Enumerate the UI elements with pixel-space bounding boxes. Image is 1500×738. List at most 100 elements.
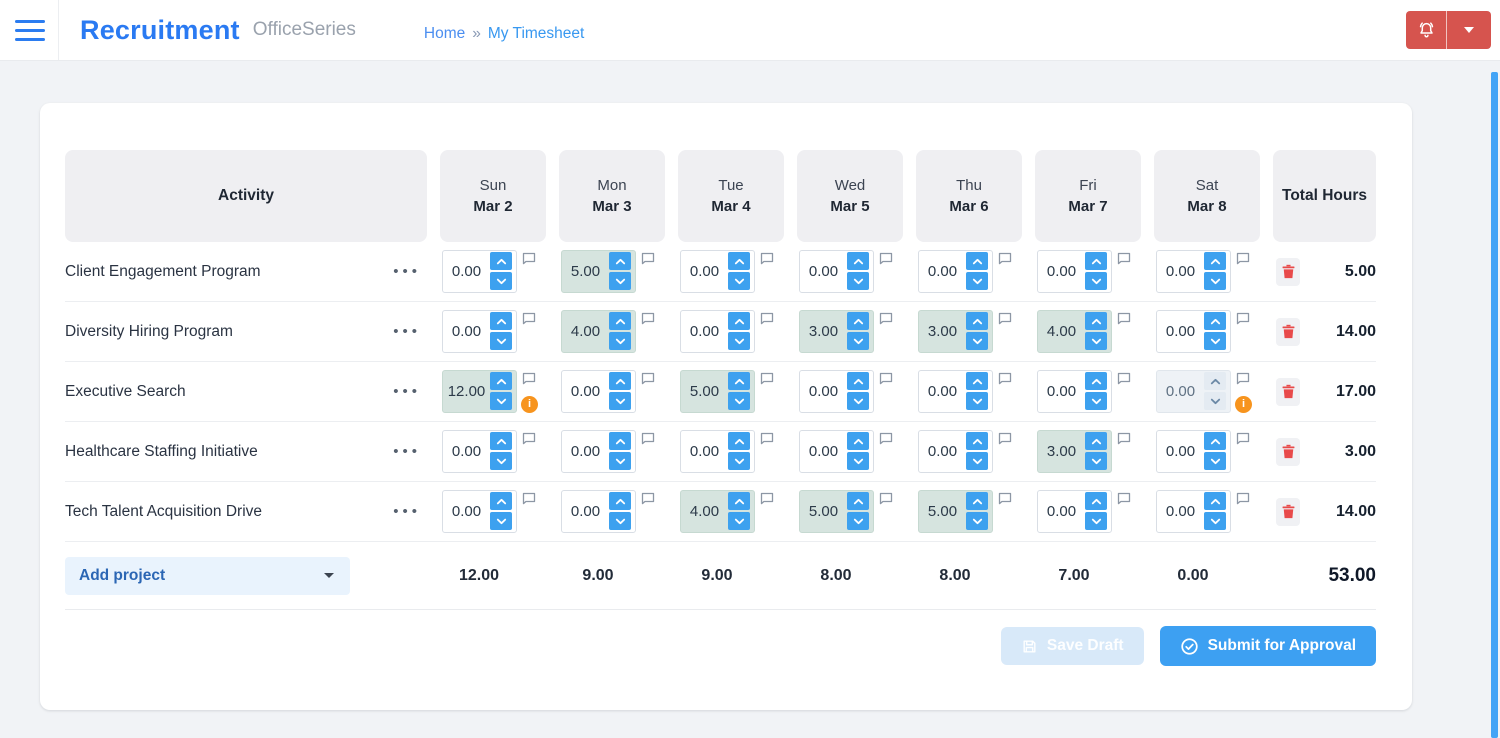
spinner-down-button[interactable] bbox=[966, 392, 988, 410]
spinner-down-button[interactable] bbox=[1204, 512, 1226, 530]
comment-icon[interactable] bbox=[1117, 252, 1131, 265]
spinner-down-button[interactable] bbox=[1085, 452, 1107, 470]
hours-input[interactable]: 0.00 bbox=[918, 369, 993, 413]
comment-icon[interactable] bbox=[641, 252, 655, 265]
vertical-scrollbar[interactable] bbox=[1491, 72, 1498, 738]
hours-input[interactable]: 0.00 bbox=[799, 429, 874, 473]
comment-icon[interactable] bbox=[1117, 312, 1131, 325]
hours-input[interactable]: 0.00 bbox=[1037, 249, 1112, 293]
spinner-up-button[interactable] bbox=[847, 432, 869, 450]
spinner-up-button[interactable] bbox=[728, 372, 750, 390]
spinner-down-button[interactable] bbox=[1204, 452, 1226, 470]
spinner-up-button[interactable] bbox=[490, 432, 512, 450]
hours-input[interactable]: 0.00 bbox=[1156, 429, 1231, 473]
spinner-up-button[interactable] bbox=[490, 372, 512, 390]
spinner-up-button[interactable] bbox=[490, 492, 512, 510]
comment-icon[interactable] bbox=[1117, 492, 1131, 505]
comment-icon[interactable] bbox=[1236, 372, 1250, 385]
row-options-button[interactable]: ••• bbox=[393, 324, 421, 339]
hours-input[interactable]: 0.00 bbox=[1156, 249, 1231, 293]
add-project-select[interactable]: Add project bbox=[65, 556, 350, 595]
comment-icon[interactable] bbox=[879, 432, 893, 445]
comment-icon[interactable] bbox=[760, 252, 774, 265]
hours-input[interactable]: 3.00 bbox=[1037, 429, 1112, 473]
comment-icon[interactable] bbox=[998, 432, 1012, 445]
comment-icon[interactable] bbox=[1117, 432, 1131, 445]
spinner-down-button[interactable] bbox=[847, 332, 869, 350]
spinner-up-button[interactable] bbox=[728, 252, 750, 270]
delete-row-button[interactable] bbox=[1276, 257, 1300, 286]
comment-icon[interactable] bbox=[879, 252, 893, 265]
comment-icon[interactable] bbox=[641, 372, 655, 385]
spinner-up-button[interactable] bbox=[966, 432, 988, 450]
hours-input[interactable]: 4.00 bbox=[680, 489, 755, 533]
hours-input[interactable]: 0.00 bbox=[561, 429, 636, 473]
spinner-up-button[interactable] bbox=[609, 372, 631, 390]
spinner-up-button[interactable] bbox=[1085, 492, 1107, 510]
row-options-button[interactable]: ••• bbox=[393, 504, 421, 519]
spinner-down-button[interactable] bbox=[1085, 272, 1107, 290]
hours-input[interactable]: 0.00 bbox=[799, 249, 874, 293]
spinner-up-button[interactable] bbox=[1085, 432, 1107, 450]
comment-icon[interactable] bbox=[879, 372, 893, 385]
hours-input[interactable]: 5.00 bbox=[680, 369, 755, 413]
spinner-up-button[interactable] bbox=[966, 492, 988, 510]
row-options-button[interactable]: ••• bbox=[393, 384, 421, 399]
spinner-up-button[interactable] bbox=[1204, 432, 1226, 450]
spinner-down-button[interactable] bbox=[490, 512, 512, 530]
breadcrumb-home-link[interactable]: Home bbox=[424, 25, 465, 43]
comment-icon[interactable] bbox=[760, 432, 774, 445]
spinner-down-button[interactable] bbox=[728, 332, 750, 350]
hours-input[interactable]: 0.00 bbox=[442, 249, 517, 293]
comment-icon[interactable] bbox=[760, 372, 774, 385]
warning-icon[interactable]: i bbox=[1235, 395, 1252, 413]
hours-input[interactable]: 0.00 bbox=[561, 369, 636, 413]
hours-input[interactable]: 0.00 bbox=[1037, 489, 1112, 533]
spinner-down-button[interactable] bbox=[966, 452, 988, 470]
spinner-up-button[interactable] bbox=[1085, 252, 1107, 270]
spinner-up-button[interactable] bbox=[847, 252, 869, 270]
spinner-up-button[interactable] bbox=[1085, 312, 1107, 330]
delete-row-button[interactable] bbox=[1276, 317, 1300, 346]
hours-input[interactable]: 5.00 bbox=[918, 489, 993, 533]
hours-input[interactable]: 5.00 bbox=[799, 489, 874, 533]
spinner-down-button[interactable] bbox=[609, 452, 631, 470]
hours-input[interactable]: 5.00 bbox=[561, 249, 636, 293]
hours-input[interactable]: 4.00 bbox=[1037, 309, 1112, 353]
spinner-up-button[interactable] bbox=[966, 372, 988, 390]
comment-icon[interactable] bbox=[641, 312, 655, 325]
comment-icon[interactable] bbox=[998, 372, 1012, 385]
hours-input[interactable]: 0.00 bbox=[680, 249, 755, 293]
spinner-up-button[interactable] bbox=[609, 492, 631, 510]
spinner-up-button[interactable] bbox=[1204, 252, 1226, 270]
spinner-down-button[interactable] bbox=[847, 452, 869, 470]
hours-input[interactable]: 0.00 bbox=[680, 429, 755, 473]
comment-icon[interactable] bbox=[1236, 492, 1250, 505]
spinner-down-button[interactable] bbox=[966, 332, 988, 350]
spinner-up-button[interactable] bbox=[728, 312, 750, 330]
spinner-down-button[interactable] bbox=[609, 512, 631, 530]
spinner-down-button[interactable] bbox=[966, 272, 988, 290]
spinner-up-button[interactable] bbox=[966, 252, 988, 270]
spinner-down-button[interactable] bbox=[728, 512, 750, 530]
spinner-up-button[interactable] bbox=[966, 312, 988, 330]
save-draft-button[interactable]: Save Draft bbox=[1000, 627, 1144, 665]
spinner-down-button[interactable] bbox=[1204, 392, 1226, 410]
spinner-up-button[interactable] bbox=[490, 252, 512, 270]
hours-input[interactable]: 0.00 bbox=[1156, 369, 1231, 413]
spinner-down-button[interactable] bbox=[847, 272, 869, 290]
spinner-down-button[interactable] bbox=[490, 452, 512, 470]
spinner-down-button[interactable] bbox=[490, 272, 512, 290]
comment-icon[interactable] bbox=[522, 492, 536, 505]
spinner-down-button[interactable] bbox=[1085, 512, 1107, 530]
hours-input[interactable]: 0.00 bbox=[442, 429, 517, 473]
spinner-up-button[interactable] bbox=[728, 492, 750, 510]
spinner-up-button[interactable] bbox=[1204, 312, 1226, 330]
comment-icon[interactable] bbox=[1236, 432, 1250, 445]
spinner-down-button[interactable] bbox=[966, 512, 988, 530]
hours-input[interactable]: 0.00 bbox=[799, 369, 874, 413]
spinner-down-button[interactable] bbox=[1204, 332, 1226, 350]
spinner-down-button[interactable] bbox=[728, 272, 750, 290]
spinner-down-button[interactable] bbox=[490, 392, 512, 410]
spinner-up-button[interactable] bbox=[728, 432, 750, 450]
